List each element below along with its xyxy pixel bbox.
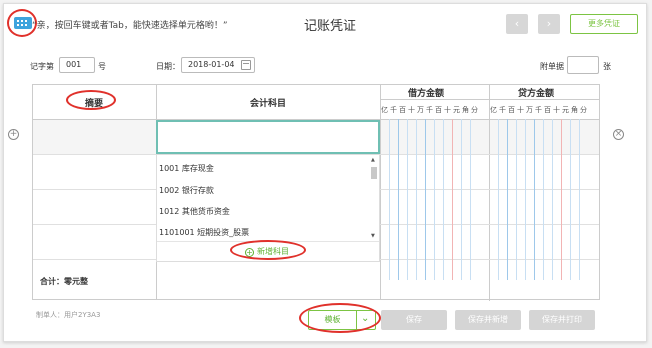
digit-label: 亿 (381, 106, 388, 114)
digit-label: 元 (453, 106, 460, 114)
dropdown-item[interactable]: 1012 其他货币资金 (159, 206, 230, 217)
amount-gridline (434, 119, 435, 280)
voucher-word-label: 记字第 (30, 62, 54, 71)
save-button[interactable]: 保存 (381, 310, 447, 330)
digit-label: 十 (517, 106, 524, 114)
prev-voucher-button[interactable]: ‹ (506, 14, 528, 34)
digit-label: 亿 (490, 106, 497, 114)
annotation-circle (230, 240, 306, 260)
col-header-debit: 借方金额 (407, 89, 444, 99)
account-input[interactable] (156, 120, 380, 154)
digit-label: 元 (562, 106, 569, 114)
chevron-left-icon: ‹ (514, 17, 520, 30)
scroll-thumb[interactable] (371, 167, 377, 179)
more-vouchers-button[interactable]: 更多凭证 (570, 14, 638, 34)
amount-gridline (398, 119, 399, 280)
dropdown-item[interactable]: 1101001 短期投资_股票 (159, 227, 249, 238)
digit-label: 百 (399, 106, 406, 114)
maker-info: 制单人：用户2Y3A3 (36, 310, 100, 320)
annotation-circle (299, 303, 381, 333)
next-voucher-button[interactable]: › (538, 14, 560, 34)
plus-circle-icon[interactable]: + (8, 129, 19, 140)
digit-label: 分 (580, 106, 587, 114)
amount-gridline (389, 119, 390, 280)
col-header-credit: 贷方金额 (517, 89, 554, 99)
amount-gridline (534, 119, 535, 280)
save-and-new-button[interactable]: 保存并新增 (455, 310, 521, 330)
close-circle-icon[interactable]: × (613, 129, 624, 140)
digit-label: 万 (526, 106, 533, 114)
page-title: 记账凭证 (304, 19, 357, 34)
amount-gridline (425, 119, 426, 280)
digit-label: 千 (390, 106, 397, 114)
amount-gridline (525, 119, 526, 280)
amount-gridline (416, 119, 417, 280)
digit-label: 十 (444, 106, 451, 114)
amount-gridline (498, 119, 499, 280)
debit-digit-header: 亿千百十万千百十元角分 (380, 105, 479, 115)
annotation-circle (66, 90, 116, 110)
maker-label: 制单人： (36, 311, 64, 319)
amount-gridline (470, 119, 471, 280)
dropdown-item[interactable]: 1001 库存现金 (159, 163, 214, 174)
digit-label: 千 (499, 106, 506, 114)
amount-gridline (516, 119, 517, 280)
maker-name: 用户2Y3A3 (64, 311, 101, 319)
digit-label: 百 (508, 106, 515, 114)
attach-count-input[interactable] (567, 56, 599, 74)
scroll-up-icon[interactable]: ▲ (371, 157, 375, 163)
col-header-account: 会计科目 (249, 99, 286, 109)
total-value: 零元整 (64, 277, 88, 286)
cell-summary[interactable] (33, 120, 156, 154)
amount-gridline (570, 119, 571, 280)
save-and-print-button[interactable]: 保存并打印 (529, 310, 595, 330)
amount-gridline (461, 119, 462, 280)
digit-label: 十 (408, 106, 415, 114)
digit-label: 十 (553, 106, 560, 114)
total-row: 合计：零元整 (40, 276, 88, 287)
digit-label: 角 (571, 106, 578, 114)
digit-label: 分 (471, 106, 478, 114)
amount-gridline (407, 119, 408, 280)
amount-gridline (507, 119, 508, 280)
dropdown-scrollbar[interactable]: ▲ ▼ (370, 157, 378, 239)
chevron-right-icon: › (546, 17, 552, 30)
digit-label: 千 (426, 106, 433, 114)
credit-digit-header: 亿千百十万千百十元角分 (489, 105, 588, 115)
total-label: 合计： (40, 277, 64, 286)
voucher-suffix-label: 号 (98, 62, 106, 71)
amount-gridline (579, 119, 580, 280)
dropdown-item[interactable]: 1002 银行存款 (159, 185, 214, 196)
amount-gridline (452, 119, 453, 280)
voucher-panel: “亲，按回车键或者Tab，能快速选择单元格哟！” 记账凭证 ‹ › 更多凭证 记… (3, 3, 647, 342)
digit-label: 百 (435, 106, 442, 114)
amount-gridline (443, 119, 444, 280)
digit-label: 万 (417, 106, 424, 114)
amount-gridline (561, 119, 562, 280)
shortcut-tip: “亲，按回车键或者Tab，能快速选择单元格哟！” (32, 21, 228, 31)
attach-unit-label: 张 (603, 62, 611, 71)
digit-label: 百 (544, 106, 551, 114)
calendar-icon[interactable] (241, 60, 251, 70)
scroll-down-icon[interactable]: ▼ (371, 233, 375, 239)
amount-gridline (552, 119, 553, 280)
date-label: 日期： (156, 62, 180, 71)
amount-gridline (543, 119, 544, 280)
digit-label: 千 (535, 106, 542, 114)
attach-label: 附单据 (540, 62, 564, 71)
digit-label: 角 (462, 106, 469, 114)
voucher-number-input[interactable]: 001 (59, 57, 95, 73)
